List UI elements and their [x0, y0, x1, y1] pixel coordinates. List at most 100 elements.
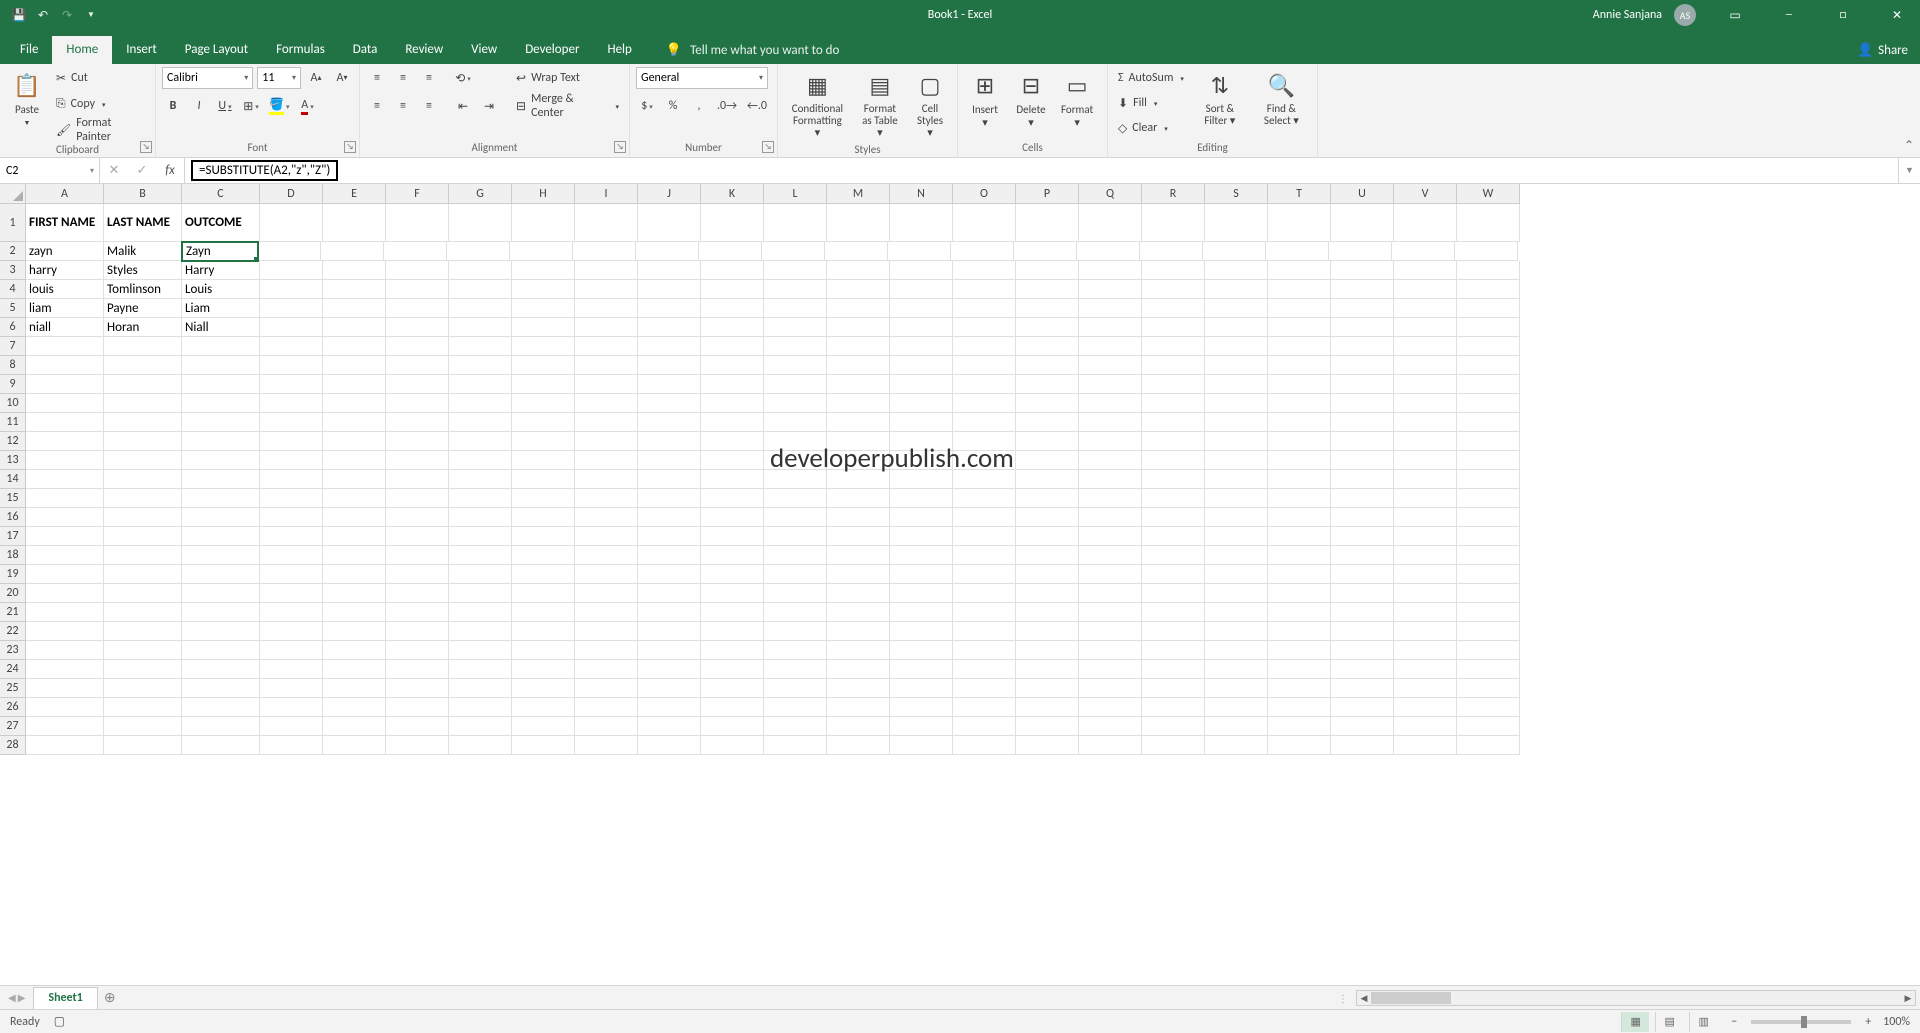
cell-G16[interactable] [449, 508, 512, 527]
clipboard-launcher[interactable]: ↘ [140, 141, 152, 153]
cell-W15[interactable] [1457, 489, 1520, 508]
cell-N17[interactable] [890, 527, 953, 546]
cell-P18[interactable] [1016, 546, 1079, 565]
col-header-C[interactable]: C [182, 184, 260, 204]
cell-S15[interactable] [1205, 489, 1268, 508]
autosum-button[interactable]: ΣAutoSum▾ [1114, 67, 1188, 89]
cell-E10[interactable] [323, 394, 386, 413]
cell-C22[interactable] [182, 622, 260, 641]
cell-O4[interactable] [953, 280, 1016, 299]
cell-P13[interactable] [1016, 451, 1079, 470]
cell-A12[interactable] [26, 432, 104, 451]
cell-C15[interactable] [182, 489, 260, 508]
col-header-L[interactable]: L [764, 184, 827, 204]
cell-G4[interactable] [449, 280, 512, 299]
cell-G27[interactable] [449, 717, 512, 736]
cell-J6[interactable] [638, 318, 701, 337]
cell-R17[interactable] [1142, 527, 1205, 546]
cell-P24[interactable] [1016, 660, 1079, 679]
cell-O18[interactable] [953, 546, 1016, 565]
cell-U7[interactable] [1331, 337, 1394, 356]
cell-N10[interactable] [890, 394, 953, 413]
row-header-20[interactable]: 20 [0, 584, 26, 603]
cell-U19[interactable] [1331, 565, 1394, 584]
cell-G9[interactable] [449, 375, 512, 394]
cell-T3[interactable] [1268, 261, 1331, 280]
cell-D7[interactable] [260, 337, 323, 356]
cell-C21[interactable] [182, 603, 260, 622]
cell-S6[interactable] [1205, 318, 1268, 337]
row-header-28[interactable]: 28 [0, 736, 26, 755]
cell-C2[interactable]: Zayn [181, 241, 259, 262]
row-header-26[interactable]: 26 [0, 698, 26, 717]
cell-Q28[interactable] [1079, 736, 1142, 755]
cell-M10[interactable] [827, 394, 890, 413]
cell-N1[interactable] [890, 204, 953, 242]
cell-K26[interactable] [701, 698, 764, 717]
cell-F4[interactable] [386, 280, 449, 299]
cell-V22[interactable] [1394, 622, 1457, 641]
name-box-input[interactable] [0, 164, 99, 178]
cell-N7[interactable] [890, 337, 953, 356]
cell-W23[interactable] [1457, 641, 1520, 660]
cell-A6[interactable]: niall [26, 318, 104, 337]
cell-F19[interactable] [386, 565, 449, 584]
cell-I27[interactable] [575, 717, 638, 736]
cell-T9[interactable] [1268, 375, 1331, 394]
cell-H6[interactable] [512, 318, 575, 337]
cell-J27[interactable] [638, 717, 701, 736]
cell-A20[interactable] [26, 584, 104, 603]
tab-insert[interactable]: Insert [112, 36, 171, 64]
cell-V27[interactable] [1394, 717, 1457, 736]
cell-A2[interactable]: zayn [26, 242, 104, 261]
cell-U23[interactable] [1331, 641, 1394, 660]
cell-G15[interactable] [449, 489, 512, 508]
cell-J5[interactable] [638, 299, 701, 318]
cell-I13[interactable] [575, 451, 638, 470]
col-header-D[interactable]: D [260, 184, 323, 204]
cell-G22[interactable] [449, 622, 512, 641]
close-icon[interactable]: ✕ [1874, 0, 1920, 30]
cell-F1[interactable] [386, 204, 449, 242]
cell-U3[interactable] [1331, 261, 1394, 280]
cell-C19[interactable] [182, 565, 260, 584]
cell-T7[interactable] [1268, 337, 1331, 356]
name-box[interactable] [0, 158, 100, 183]
cell-F26[interactable] [386, 698, 449, 717]
cell-H7[interactable] [512, 337, 575, 356]
cell-E15[interactable] [323, 489, 386, 508]
cell-G17[interactable] [449, 527, 512, 546]
cell-M6[interactable] [827, 318, 890, 337]
cell-C14[interactable] [182, 470, 260, 489]
cell-V23[interactable] [1394, 641, 1457, 660]
cell-S24[interactable] [1205, 660, 1268, 679]
cell-E22[interactable] [323, 622, 386, 641]
scroll-right-icon[interactable]: ▶ [1901, 991, 1915, 1005]
cell-H10[interactable] [512, 394, 575, 413]
cell-G12[interactable] [449, 432, 512, 451]
cell-B11[interactable] [104, 413, 182, 432]
align-right-button[interactable]: ≡ [418, 95, 440, 117]
cell-C6[interactable]: Niall [182, 318, 260, 337]
cell-J20[interactable] [638, 584, 701, 603]
formula-text[interactable]: =SUBSTITUTE(A2,"z","Z") [191, 160, 338, 181]
cell-P4[interactable] [1016, 280, 1079, 299]
cell-W5[interactable] [1457, 299, 1520, 318]
cell-H16[interactable] [512, 508, 575, 527]
cell-T21[interactable] [1268, 603, 1331, 622]
cell-V12[interactable] [1394, 432, 1457, 451]
cell-G1[interactable] [449, 204, 512, 242]
cell-L18[interactable] [764, 546, 827, 565]
cell-T14[interactable] [1268, 470, 1331, 489]
cell-U27[interactable] [1331, 717, 1394, 736]
cell-P2[interactable] [1014, 242, 1077, 261]
cell-B6[interactable]: Horan [104, 318, 182, 337]
tab-formulas[interactable]: Formulas [262, 36, 339, 64]
cell-P25[interactable] [1016, 679, 1079, 698]
cell-U16[interactable] [1331, 508, 1394, 527]
cell-N5[interactable] [890, 299, 953, 318]
cell-U11[interactable] [1331, 413, 1394, 432]
cell-C17[interactable] [182, 527, 260, 546]
cell-R28[interactable] [1142, 736, 1205, 755]
cell-U26[interactable] [1331, 698, 1394, 717]
